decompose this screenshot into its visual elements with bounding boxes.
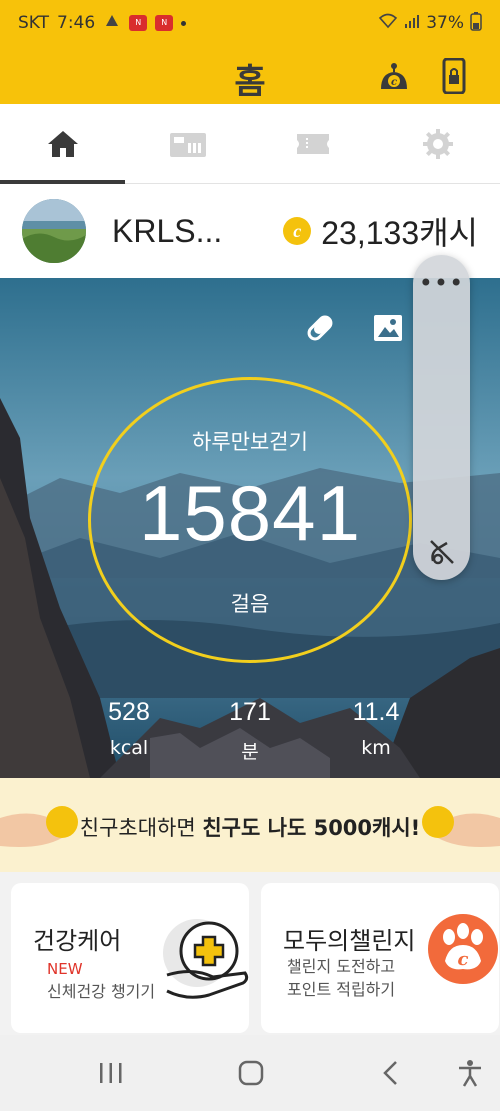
status-bar: SKT 7:46 N N 37% xyxy=(0,0,500,46)
back-chevron-icon xyxy=(383,1061,397,1085)
distance-stat: 11.4 km xyxy=(321,698,431,759)
battery-label: 37% xyxy=(426,13,464,33)
phone-lock-icon[interactable] xyxy=(434,56,474,96)
invite-friends-banner[interactable]: 친구초대하면 친구도 나도 5000캐시! xyxy=(0,778,500,872)
time-label: 7:46 xyxy=(57,13,96,33)
home-circle-icon xyxy=(238,1060,264,1086)
accessibility-button[interactable] xyxy=(450,1053,490,1093)
app-notification-icon: N xyxy=(155,15,174,31)
banner-text: 친구초대하면 친구도 나도 5000캐시! xyxy=(0,812,500,842)
pill-icon[interactable] xyxy=(300,308,340,348)
banner-text-bold: 친구도 나도 5000캐시! xyxy=(202,816,421,840)
back-button[interactable] xyxy=(371,1053,411,1093)
step-unit: 걸음 xyxy=(230,592,270,616)
challenge-card[interactable]: 모두의챌린지 챌린지 도전하고 포인트 적립하기 c xyxy=(261,883,499,1033)
recent-apps-icon xyxy=(100,1063,122,1083)
carrier-label: SKT xyxy=(18,13,50,33)
calories-stat: 528 kcal xyxy=(74,698,184,759)
paw-icon: c xyxy=(428,914,498,984)
mute-icon[interactable] xyxy=(427,537,457,567)
step-count: 15841 xyxy=(139,469,361,557)
calories-unit: kcal xyxy=(109,737,149,759)
tab-shopping[interactable] xyxy=(125,104,250,183)
health-care-subtitle: 신체건강 챙기기 xyxy=(47,982,156,1001)
svg-text:c: c xyxy=(458,949,469,970)
ticket-icon xyxy=(296,133,329,154)
challenge-subtitle-line1: 챌린지 도전하고 xyxy=(287,957,396,976)
gear-icon xyxy=(422,128,453,159)
tab-bar xyxy=(0,104,500,184)
image-icon[interactable] xyxy=(368,308,408,348)
app-notification-icon: N xyxy=(129,15,148,31)
username: KRLS... xyxy=(112,212,223,249)
tab-home[interactable] xyxy=(0,104,125,184)
notification-icon xyxy=(103,12,121,35)
svg-text:c: c xyxy=(391,77,397,88)
distance-value: 11.4 xyxy=(352,698,400,726)
floating-control-panel[interactable]: ••• xyxy=(413,255,470,580)
app-header: 홈 c xyxy=(0,46,500,104)
pedometer-title: 하루만보걷기 xyxy=(192,430,308,454)
coin-icon: c xyxy=(283,217,312,245)
minutes-unit: 분 xyxy=(241,741,259,763)
minutes-value: 171 xyxy=(229,698,271,726)
medical-cross-icon xyxy=(163,919,249,999)
calories-value: 528 xyxy=(108,698,150,726)
health-care-card[interactable]: 건강케어 NEW 신체건강 챙기기 xyxy=(11,883,249,1033)
battery-icon xyxy=(470,11,482,36)
recent-apps-button[interactable] xyxy=(91,1053,131,1093)
system-nav-bar xyxy=(0,1035,500,1111)
accessibility-icon xyxy=(459,1060,481,1087)
minutes-stat: 171 분 xyxy=(195,698,305,764)
banner-text-normal: 친구초대하면 xyxy=(79,816,203,840)
tab-settings[interactable] xyxy=(375,104,500,183)
new-badge: NEW xyxy=(47,960,83,978)
signal-icon xyxy=(404,13,420,33)
tab-coupon[interactable] xyxy=(250,104,375,183)
health-care-title: 건강케어 xyxy=(33,927,122,955)
cashwalk-character-icon[interactable]: c xyxy=(374,56,414,96)
avatar[interactable] xyxy=(22,199,86,263)
distance-unit: km xyxy=(361,737,391,759)
wifi-icon xyxy=(378,13,398,34)
home-button[interactable] xyxy=(231,1053,271,1093)
challenge-subtitle: 챌린지 도전하고 포인트 적립하기 xyxy=(287,955,395,1001)
home-icon xyxy=(47,130,78,157)
store-icon xyxy=(169,132,206,157)
cash-balance[interactable]: c 23,133캐시 xyxy=(283,208,478,254)
challenge-subtitle-line2: 포인트 적립하기 xyxy=(287,980,396,999)
page-title: 홈 xyxy=(234,62,266,102)
more-options-icon[interactable]: ••• xyxy=(413,269,470,297)
cash-amount: 23,133캐시 xyxy=(321,215,478,251)
challenge-title: 모두의챌린지 xyxy=(283,927,416,955)
more-notifications-icon xyxy=(181,20,187,26)
